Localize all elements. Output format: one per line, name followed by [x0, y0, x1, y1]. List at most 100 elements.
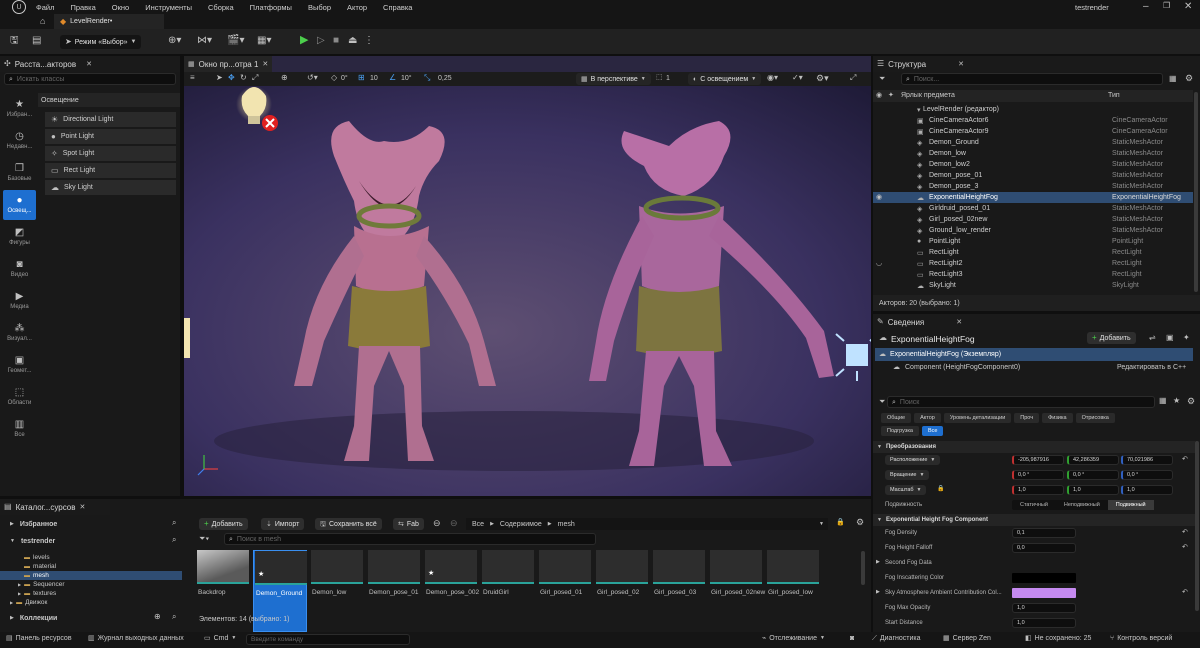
outliner-row[interactable]: ◈ Girl_posed_02new StaticMeshActor [873, 214, 1193, 225]
filter-icon[interactable]: ⏷ [879, 398, 885, 406]
chevron-down-icon[interactable]: ▼ [819, 521, 824, 527]
viewport-scene[interactable] [184, 86, 871, 496]
world-local-icon[interactable]: ⊕ [281, 74, 288, 82]
category-volumes[interactable]: ⬚ Области [3, 382, 36, 412]
inscatter-color-swatch[interactable] [1012, 573, 1076, 583]
menu-platforms[interactable]: Платформы [250, 3, 292, 12]
search-icon[interactable]: ⌕ [172, 613, 176, 621]
favorites-header[interactable]: ▶ Избранное ⌕ [0, 518, 185, 530]
rotation-y-input[interactable]: 0,0 ° [1067, 470, 1119, 480]
category-media[interactable]: ▶ Медиа [3, 286, 36, 316]
mode-select-button[interactable]: ➤ Режим «Выбор» ▼ [60, 35, 142, 49]
menu-edit[interactable]: Правка [70, 3, 95, 12]
resources-drawer-button[interactable]: ▤ Панель ресурсов [6, 635, 72, 642]
col-item-label[interactable]: Ярлык предмета [901, 92, 955, 99]
search-icon[interactable]: ⌕ [172, 519, 176, 527]
history-back-icon[interactable]: ⊖ [433, 519, 441, 528]
asset-tile[interactable]: Demon_pose_01 [367, 550, 421, 632]
reset-icon[interactable]: ↶ [1182, 529, 1188, 536]
step-icon[interactable]: ▷ [317, 36, 325, 46]
close-tab-icon[interactable]: ✕ [86, 61, 92, 68]
history-forward-icon[interactable]: ⊖ [450, 519, 458, 528]
eject-icon[interactable]: ⏏ [348, 36, 357, 46]
rotation-dropdown[interactable]: Вращение ▼ [885, 470, 930, 480]
folder-item-selected[interactable]: ▬ mesh [0, 571, 182, 580]
diagnostics-button[interactable]: ⟋ Диагностика [872, 635, 921, 642]
reset-icon[interactable]: ↶ [1182, 456, 1188, 463]
camera-speed-value[interactable]: 1 [666, 75, 670, 82]
settings-icon[interactable]: ⚙ [856, 518, 864, 527]
tracking-dropdown[interactable]: ⌁ Отслеживание ▼ [762, 635, 825, 642]
filter-tab-misc[interactable]: Проч [1014, 413, 1040, 423]
scale-snap-icon[interactable]: ⤡ [424, 74, 430, 82]
outliner-row[interactable]: ◈ Girldruid_posed_01 StaticMeshActor [873, 203, 1193, 214]
content-search-input[interactable]: ⌕ Поиск в mesh [224, 533, 596, 545]
add-component-button[interactable]: + Добавить [1087, 332, 1136, 344]
star-icon[interactable]: ★ [1173, 397, 1180, 405]
scale-dropdown[interactable]: Масштаб ▼ [885, 485, 927, 495]
filter-tab-rendering[interactable]: Отрисовка [1075, 413, 1115, 423]
category-video[interactable]: ◙ Видео [3, 254, 36, 284]
import-button[interactable]: ⇣ Импорт [261, 518, 305, 530]
col-type[interactable]: Тип [1108, 92, 1120, 99]
viewport-tab[interactable]: ▦ Окно пр...отра 1 ✕ [184, 56, 272, 72]
rotation-z-input[interactable]: 0,0 ° [1121, 470, 1173, 480]
blueprint-icon[interactable]: ⋈▾ [197, 36, 212, 46]
category-all[interactable]: ▥ Все [3, 414, 36, 444]
category-visual[interactable]: ⁂ Визуал... [3, 318, 36, 348]
outliner-row[interactable]: ◈ Demon_pose_01 StaticMeshActor [873, 170, 1193, 181]
realtime-icon[interactable]: ✓▾ [792, 74, 803, 82]
translate-tool-icon[interactable]: ✥ [228, 74, 235, 82]
settings-icon[interactable]: ⚙ [1187, 397, 1195, 406]
surface-snap-icon[interactable]: ↺▾ [307, 74, 318, 82]
save-icon[interactable]: 🖫 [10, 36, 19, 46]
folder-item[interactable]: ▬ material [0, 562, 185, 571]
fog-falloff-input[interactable]: 0,0 [1012, 543, 1076, 553]
mobility-stationary[interactable]: Неподвижный [1056, 502, 1108, 508]
location-y-input[interactable]: 42,286359 [1067, 455, 1119, 465]
instance-row[interactable]: ☁ ExponentialHeightFog (Экземпляр) [875, 348, 1193, 361]
show-flags-icon[interactable]: ◉▾ [767, 74, 778, 82]
minimize-icon[interactable]: – [1143, 2, 1149, 12]
breadcrumb-all[interactable]: Все [472, 521, 484, 528]
outliner-row[interactable]: ◈ Demon_low2 StaticMeshActor [873, 159, 1193, 170]
fog-density-input[interactable]: 0,1 [1012, 528, 1076, 538]
lock-icon[interactable]: 🔒 [836, 519, 845, 526]
settings-icon[interactable]: ⚙▾ [816, 74, 829, 83]
details-scrollbar[interactable] [1195, 441, 1199, 611]
details-tab[interactable]: ✎ Сведения ✕ [873, 314, 1200, 330]
fab-button[interactable]: ⇆ Fab [393, 518, 424, 530]
outliner-row[interactable]: ● PointLight PointLight [873, 236, 1193, 247]
filter-tab-actor[interactable]: Актор [914, 413, 941, 423]
outliner-row[interactable]: ◈ Ground_low_render StaticMeshActor [873, 225, 1193, 236]
reset-icon[interactable]: ↶ [1182, 589, 1188, 596]
asset-tile[interactable]: Girl_posed_02new [709, 550, 765, 632]
place-actors-tab[interactable]: ✣ Расста...акторов ✕ [0, 56, 180, 72]
category-shapes[interactable]: ◩ Фигуры [3, 222, 36, 252]
close-icon[interactable]: ✕ [1184, 2, 1192, 12]
add-filter-icon[interactable]: ▦ [1169, 75, 1177, 83]
lighting-mode-button[interactable]: ◐ С освещением ▼ [688, 73, 762, 85]
outliner-tab[interactable]: ☰ Структура ✕ [873, 56, 1200, 72]
blueprint-icon[interactable]: ⇌ [1149, 334, 1156, 342]
zen-server-button[interactable]: ▦ Сервер Zen [943, 635, 991, 642]
more-icon[interactable]: ⋮ [364, 36, 374, 46]
viewport-menu-icon[interactable]: ≡ [190, 74, 195, 82]
mobility-static[interactable]: Статичный [1012, 502, 1056, 508]
close-tab-icon[interactable]: ✕ [956, 319, 962, 326]
home-icon[interactable]: ⌂ [40, 17, 45, 26]
lock-icon[interactable]: ✦ [1183, 334, 1190, 342]
location-z-input[interactable]: 70,021986 [1121, 455, 1173, 465]
filter-tab-all[interactable]: Все [921, 426, 944, 436]
menu-window[interactable]: Окно [112, 3, 129, 12]
console-input[interactable]: Введите команду [246, 634, 410, 645]
level-tab[interactable]: ◆ LevelRender• [54, 14, 164, 29]
outliner-scrollbar[interactable] [1194, 92, 1198, 292]
second-fog-row[interactable]: ▶ Second Fog Data [873, 556, 1195, 571]
grid-snap-icon[interactable]: ⊞ [358, 74, 365, 82]
content-browser-tab[interactable]: ▤ Каталог...сурсов ✕ [0, 499, 110, 515]
scale-tool-icon[interactable]: ⤢ [252, 74, 258, 82]
details-search-input[interactable]: ⌕ Поиск [887, 396, 1155, 408]
filter-icon[interactable]: ⏷▾ [199, 535, 209, 543]
add-actor-icon[interactable]: ⊕▾ [168, 36, 181, 46]
